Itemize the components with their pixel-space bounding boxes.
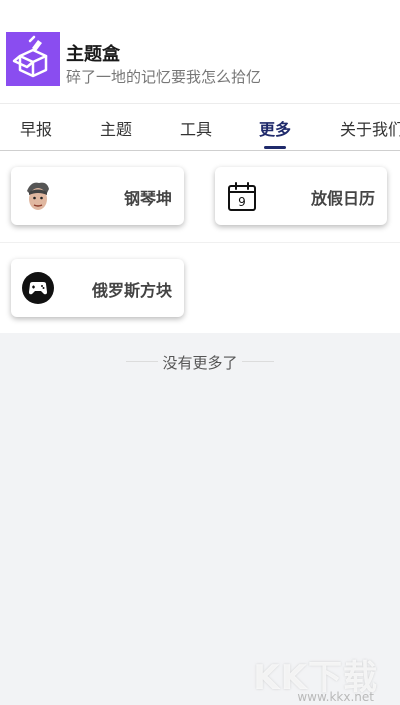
tool-grid: 钢琴坤 9 放假日历 俄罗斯方块 xyxy=(0,151,400,333)
app-logo-icon xyxy=(6,32,60,86)
tab-tools[interactable]: 工具 xyxy=(180,116,212,140)
calendar-day-number: 9 xyxy=(238,195,246,209)
app-subtitle: 碎了一地的记忆要我怎么拾亿 xyxy=(66,68,262,86)
tab-themes[interactable]: 主题 xyxy=(100,116,132,140)
card-label: 放假日历 xyxy=(310,189,375,208)
tab-bar: 早报 主题 工具 更多 关于我们 xyxy=(0,103,400,151)
card-piano-kun[interactable]: 钢琴坤 xyxy=(11,167,184,225)
no-more-text: 没有更多了 xyxy=(162,354,238,372)
tab-about-us[interactable]: 关于我们 xyxy=(340,116,400,140)
tab-morning-news[interactable]: 早报 xyxy=(20,116,52,140)
row-divider xyxy=(0,242,400,243)
gamepad-icon xyxy=(21,271,55,305)
app-header: 主题盒 碎了一地的记忆要我怎么拾亿 xyxy=(0,0,400,103)
active-tab-indicator xyxy=(264,146,286,149)
card-label: 俄罗斯方块 xyxy=(91,281,172,300)
divider-line-right xyxy=(242,361,274,362)
tab-more[interactable]: 更多 xyxy=(259,116,291,140)
calendar-icon: 9 xyxy=(225,179,259,213)
card-holiday-calendar[interactable]: 9 放假日历 xyxy=(215,167,387,225)
card-label: 钢琴坤 xyxy=(123,189,172,208)
avatar-meme-icon xyxy=(21,179,55,213)
app-title: 主题盒 xyxy=(66,44,120,65)
card-tetris[interactable]: 俄罗斯方块 xyxy=(11,259,184,317)
watermark-url: www.kkx.net xyxy=(297,690,374,704)
